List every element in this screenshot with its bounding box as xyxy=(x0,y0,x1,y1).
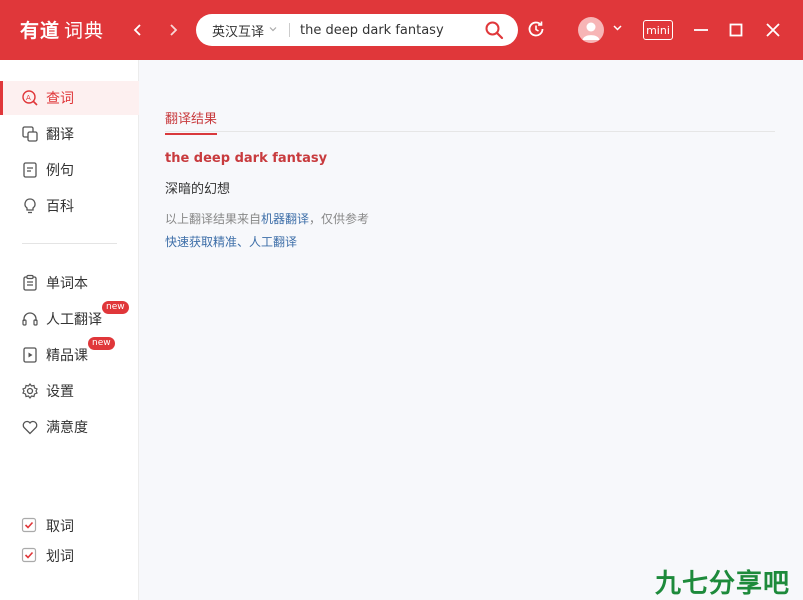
svg-text:A: A xyxy=(26,94,31,102)
minimize-icon xyxy=(694,29,708,31)
toggle-capture-word[interactable]: 取词 xyxy=(0,509,139,543)
watermark: 九七分享吧 xyxy=(655,569,791,599)
note-suffix: ，仅供参考 xyxy=(309,212,370,226)
close-icon xyxy=(766,23,780,37)
sidebar-item-settings[interactable]: 设置 xyxy=(0,374,139,408)
language-select-label: 英汉互译 xyxy=(212,25,265,40)
maximize-button[interactable] xyxy=(724,18,748,42)
history-icon xyxy=(528,21,544,37)
query-word: the deep dark fantasy xyxy=(165,151,328,166)
toggle-label: 划词 xyxy=(46,549,74,565)
toggle-select-word[interactable]: 划词 xyxy=(0,539,139,573)
heart-icon xyxy=(21,418,39,436)
sidebar-item-course[interactable]: 精品课 xyxy=(0,338,139,372)
maximize-icon xyxy=(729,23,743,37)
sidebar-divider xyxy=(22,243,117,244)
search-separator xyxy=(289,23,290,37)
bulb-icon xyxy=(21,197,39,215)
chevron-left-icon xyxy=(133,24,141,36)
toggle-label: 取词 xyxy=(46,519,74,535)
sidebar-item-label: 设置 xyxy=(46,384,74,400)
translation-text: 深暗的幻想 xyxy=(165,182,231,197)
course-icon xyxy=(21,346,39,364)
main-content: 翻译结果 the deep dark fantasy 深暗的幻想 以上翻译结果来… xyxy=(140,60,803,600)
translate-icon xyxy=(21,125,39,143)
sidebar-item-label: 翻译 xyxy=(46,127,74,143)
source-note: 以上翻译结果来自机器翻译，仅供参考 xyxy=(165,210,369,227)
title-bar: 有道词典 英汉互译 mini xyxy=(0,0,803,60)
account-menu-button[interactable] xyxy=(612,22,623,36)
avatar[interactable] xyxy=(578,17,604,43)
forward-button[interactable] xyxy=(161,18,185,42)
mini-mode-button[interactable]: mini xyxy=(643,20,673,40)
search-input[interactable] xyxy=(300,19,470,41)
user-icon xyxy=(582,22,600,40)
search-box: 英汉互译 xyxy=(196,14,518,46)
sidebar-item-translate[interactable]: 翻译 xyxy=(0,117,139,151)
note-prefix: 以上翻译结果来自 xyxy=(165,212,262,226)
sidebar-item-wordbook[interactable]: 单词本 xyxy=(0,266,139,300)
chevron-down-icon xyxy=(613,25,622,31)
close-button[interactable] xyxy=(761,18,785,42)
new-badge: new xyxy=(88,337,115,350)
app-logo: 有道 词典 xyxy=(20,16,104,43)
sidebar-item-label: 百科 xyxy=(46,199,74,215)
chevron-right-icon xyxy=(170,24,178,36)
sidebar-item-encyclopedia[interactable]: 百科 xyxy=(0,189,139,223)
sidebar-item-lookup[interactable]: A 查词 xyxy=(0,81,139,115)
search-word-icon: A xyxy=(21,89,39,107)
sidebar-item-label: 查词 xyxy=(46,91,74,107)
sidebar-item-satisfaction[interactable]: 满意度 xyxy=(0,410,139,444)
chevron-down-icon xyxy=(268,24,278,37)
human-translation-link[interactable]: 快速获取精准、人工翻译 xyxy=(165,233,297,250)
logo-sub: 词典 xyxy=(64,20,105,42)
sidebar: A 查词 翻译 例句 百科 单词本 人工翻译 new 精品课 new 设置 满意… xyxy=(0,60,139,600)
sidebar-item-label: 单词本 xyxy=(46,276,88,292)
sidebar-item-label: 满意度 xyxy=(46,420,88,436)
headset-icon xyxy=(21,310,39,328)
gear-icon xyxy=(21,382,39,400)
wordbook-icon xyxy=(21,274,39,292)
back-button[interactable] xyxy=(126,18,150,42)
minimize-button[interactable] xyxy=(689,18,713,42)
new-badge: new xyxy=(102,301,129,314)
language-select[interactable]: 英汉互译 xyxy=(212,21,278,40)
sidebar-item-label: 人工翻译 xyxy=(46,312,102,328)
sidebar-item-sentence[interactable]: 例句 xyxy=(0,153,139,187)
search-icon xyxy=(485,21,504,40)
tab-underline xyxy=(165,131,775,132)
logo-main: 有道 xyxy=(20,20,61,42)
checkbox-checked-icon[interactable] xyxy=(21,547,39,565)
checkbox-checked-icon[interactable] xyxy=(21,517,39,535)
machine-translation-link[interactable]: 机器翻译 xyxy=(261,212,309,226)
sentence-icon xyxy=(21,161,39,179)
sidebar-item-label: 精品课 xyxy=(46,348,88,364)
sidebar-item-label: 例句 xyxy=(46,163,74,179)
search-button[interactable] xyxy=(484,20,506,42)
history-button[interactable] xyxy=(526,19,548,41)
